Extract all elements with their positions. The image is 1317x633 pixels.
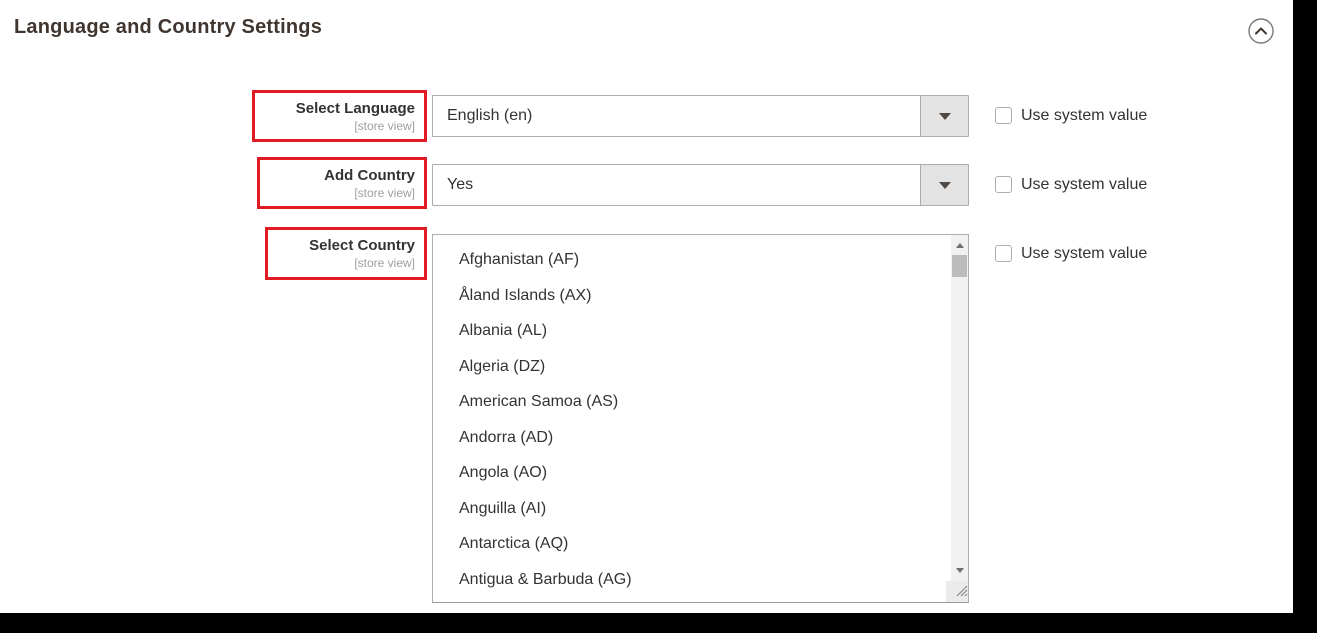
annotation-box-select-language: Select Language [store view]	[252, 90, 427, 142]
caret-down-icon	[939, 113, 951, 120]
use-system-checkbox-language[interactable]	[995, 107, 1012, 124]
field-scope: [store view]	[354, 118, 415, 134]
country-multiselect[interactable]: Afghanistan (AF)Åland Islands (AX)Albani…	[432, 234, 969, 603]
country-option[interactable]: Antigua & Barbuda (AG)	[433, 562, 968, 598]
select-arrow-button[interactable]	[920, 96, 968, 136]
section-title: Language and Country Settings	[14, 16, 322, 39]
country-option[interactable]: Åland Islands (AX)	[433, 278, 968, 314]
collapse-section-button[interactable]	[1248, 18, 1274, 44]
use-system-label: Use system value	[1021, 244, 1147, 264]
use-system-checkbox-add-country[interactable]	[995, 176, 1012, 193]
select-value: Yes	[447, 165, 473, 205]
field-label: Select Language	[296, 99, 415, 118]
country-option[interactable]: Afghanistan (AF)	[433, 242, 968, 278]
country-option[interactable]: Algeria (DZ)	[433, 349, 968, 385]
country-option[interactable]: American Samoa (AS)	[433, 384, 968, 420]
language-country-settings-panel: Language and Country Settings Select Lan…	[0, 0, 1293, 613]
scroll-down-button[interactable]	[951, 562, 968, 579]
scrollbar-thumb[interactable]	[952, 255, 967, 277]
field-scope: [store view]	[354, 255, 415, 271]
use-system-label: Use system value	[1021, 175, 1147, 195]
annotation-box-select-country: Select Country [store view]	[265, 227, 427, 280]
use-system-checkbox-country[interactable]	[995, 245, 1012, 262]
country-options: Afghanistan (AF)Åland Islands (AX)Albani…	[433, 235, 968, 597]
country-option[interactable]: Albania (AL)	[433, 313, 968, 349]
select-arrow-button[interactable]	[920, 165, 968, 205]
annotation-box-add-country: Add Country [store view]	[257, 157, 427, 209]
use-system-label: Use system value	[1021, 106, 1147, 126]
chevron-up-circle-icon	[1248, 32, 1274, 47]
scroll-up-button[interactable]	[951, 237, 968, 254]
field-label: Add Country	[324, 166, 415, 185]
country-option[interactable]: Antarctica (AQ)	[433, 526, 968, 562]
triangle-down-icon	[956, 568, 964, 573]
add-country-select[interactable]: Yes	[432, 164, 969, 206]
triangle-up-icon	[956, 243, 964, 248]
resize-grip-icon	[954, 583, 968, 602]
select-value: English (en)	[447, 96, 532, 136]
country-option[interactable]: Anguilla (AI)	[433, 491, 968, 527]
country-option[interactable]: Andorra (AD)	[433, 420, 968, 456]
field-scope: [store view]	[354, 185, 415, 201]
caret-down-icon	[939, 182, 951, 189]
scrollbar[interactable]	[951, 235, 968, 581]
field-label: Select Country	[309, 236, 415, 255]
resize-grip[interactable]	[946, 581, 968, 602]
country-option[interactable]: Angola (AO)	[433, 455, 968, 491]
language-select[interactable]: English (en)	[432, 95, 969, 137]
